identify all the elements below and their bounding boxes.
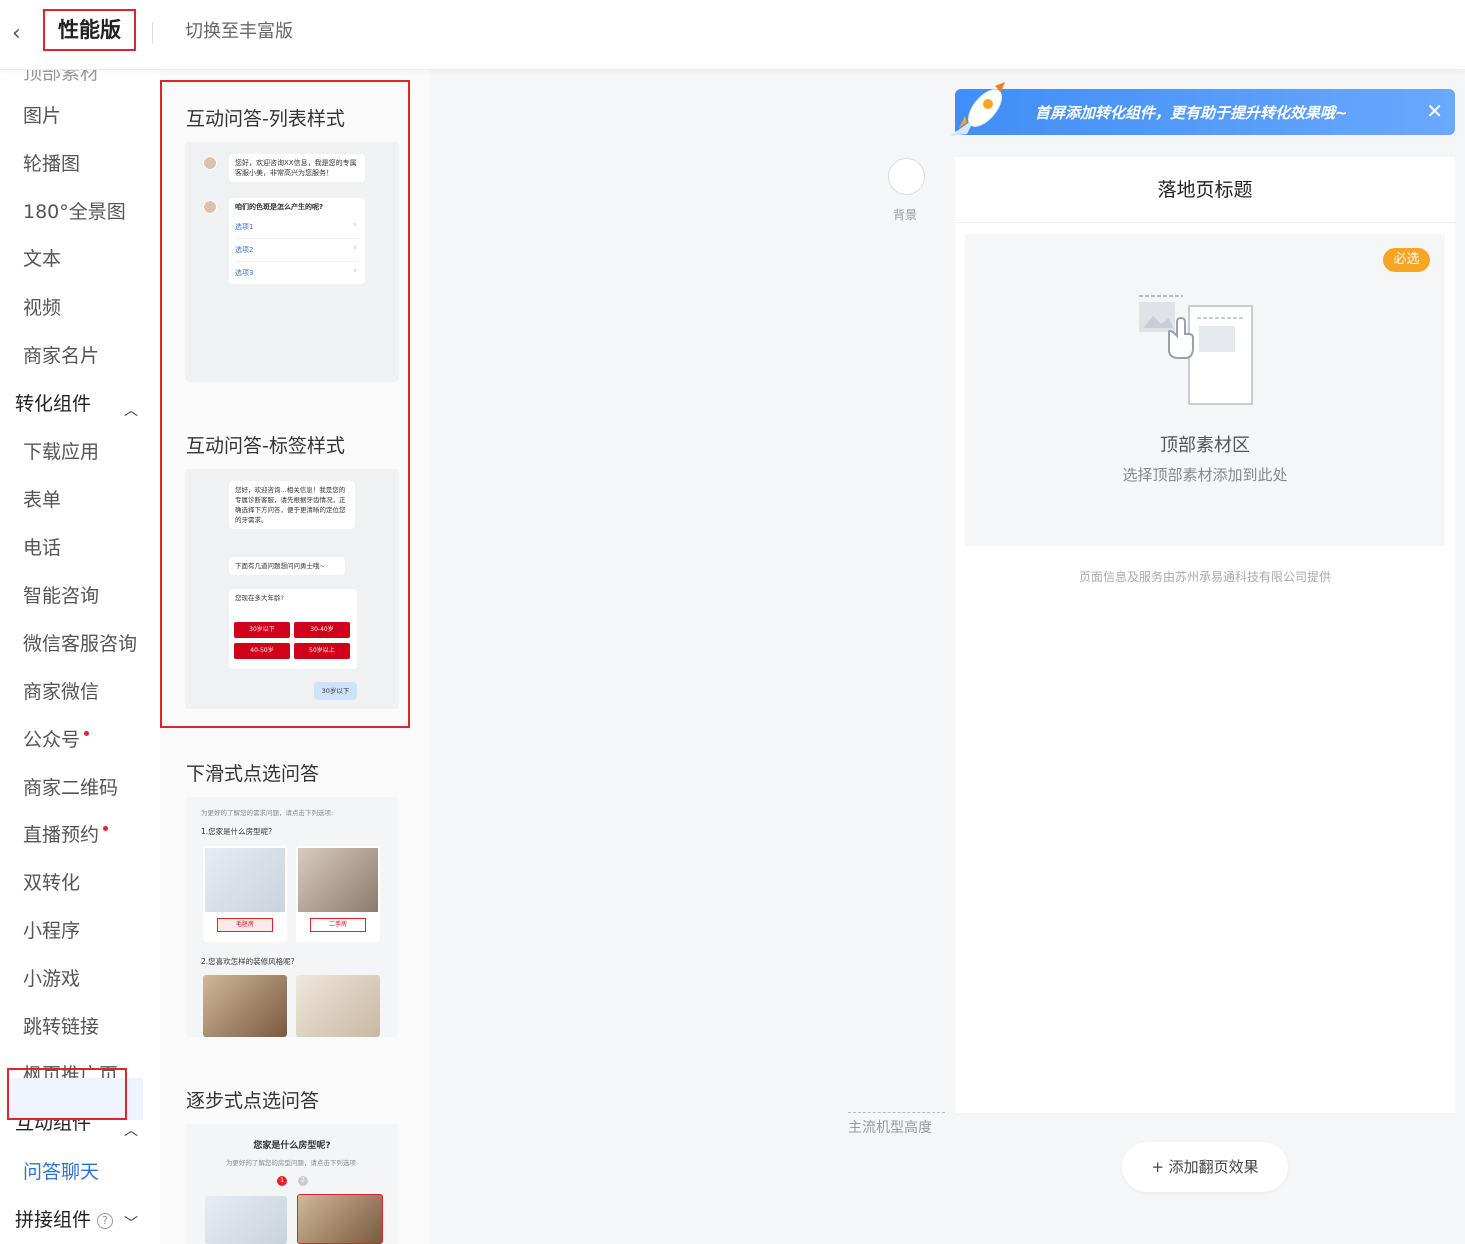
selection-outline [7,1068,127,1120]
top-material-dropzone[interactable]: 必选 顶部素材区 选择顶部素材添加到此处 [965,234,1445,546]
chevron-up-icon[interactable]: ︿ [124,400,138,420]
height-guide-label: 主流机型高度 [848,1120,932,1136]
intro-text: 为更好的了解您的需求问题，请点击下列选项: [201,809,334,817]
template-title: 逐步式点选问答 [186,1090,320,1112]
room-image [205,1196,287,1244]
top-bar: ‹ 性能版 切换至丰富版 [0,0,1465,70]
close-icon[interactable]: ✕ [1426,99,1443,123]
new-dot-icon [84,731,90,736]
sidebar-item-panorama[interactable]: 180°全景图 [23,197,126,224]
sidebar-item-official-account[interactable]: 公众号 [23,725,90,752]
page-title[interactable]: 落地页标题 [955,157,1455,223]
sidebar-item-text[interactable]: 文本 [23,244,61,271]
sidebar-item-jump-link[interactable]: 跳转链接 [23,1012,99,1039]
question-text: 您家是什么房型呢? [253,1141,331,1151]
sidebar-item-mini-program[interactable]: 小程序 [23,916,80,943]
banner-text: 首屏添加转化组件，更有助于提升转化效果哦~ [1035,104,1348,122]
sidebar-item-merchant-card[interactable]: 商家名片 [23,341,99,368]
template-title: 下滑式点选问答 [186,763,320,785]
style-image [203,975,287,1037]
chevron-up-icon[interactable]: ︿ [124,1120,138,1140]
help-icon[interactable]: ? [97,1212,114,1229]
sidebar-item-smart-consult[interactable]: 智能咨询 [23,581,99,608]
background-picker[interactable] [888,158,925,195]
option-tag: 二手房 [310,918,366,932]
sidebar-item-wechat-service[interactable]: 微信客服咨询 [23,629,137,656]
tip-banner: 首屏添加转化组件，更有助于提升转化效果哦~ ✕ [955,89,1455,135]
provider-footer: 页面信息及服务由苏州承易通科技有限公司提供 [1078,570,1331,584]
add-flip-effect-button[interactable]: + 添加翻页效果 [1122,1142,1288,1192]
template-card-step-qa[interactable]: 您家是什么房型呢? 为更好的了解您的房型问题，请点击下列选项: 1 2 [185,1124,399,1244]
sidebar-group-conversion[interactable]: 转化组件 [15,389,91,416]
background-label: 背景 [893,208,918,222]
selection-outline [160,80,410,728]
new-dot-icon [103,826,109,831]
option-card: 毛胚房 [203,846,287,942]
sidebar-item-phone[interactable]: 电话 [23,533,61,560]
sidebar-item-qa-chat[interactable]: 问答聊天 [23,1157,99,1184]
back-chevron-icon[interactable]: ‹ [12,22,32,46]
sidebar-item-image[interactable]: 图片 [23,101,61,128]
switch-version-link[interactable]: 切换至丰富版 [185,17,293,43]
intro-text: 为更好的了解您的房型问题，请点击下列选项: [225,1159,359,1167]
question-text: 1.您家是什么房型呢? [201,827,273,836]
step-indicator: 1 [277,1176,287,1186]
question-text: 2.您喜欢怎样的装修风格呢? [201,957,295,966]
rocket-icon [950,82,1005,136]
sidebar-item-label: 公众号 [23,729,81,751]
room-image [297,1194,383,1244]
chevron-down-icon[interactable]: ﹀ [124,1213,138,1233]
sidebar-item-top-material[interactable]: 顶部素材 [23,70,99,85]
sidebar-group-splice[interactable]: 拼接组件? [15,1205,114,1232]
material-title: 顶部素材区 [1160,435,1250,456]
sidebar-item-dual-conversion[interactable]: 双转化 [23,868,80,895]
style-image [296,975,380,1037]
step-indicator: 2 [298,1176,308,1186]
mode-label: 性能版 [43,9,136,51]
material-subtitle: 选择顶部素材添加到此处 [1122,466,1288,484]
group-label: 拼接组件 [15,1209,92,1231]
sidebar-item-carousel[interactable]: 轮播图 [23,149,80,176]
sidebar-item-live-booking[interactable]: 直播预约 [23,820,109,847]
sidebar-item-merchant-wechat[interactable]: 商家微信 [23,677,99,704]
family-image [298,848,378,912]
image-placeholder-icon [1139,295,1253,405]
sidebar-item-label: 直播预约 [23,824,100,846]
height-guide-line [848,1112,945,1113]
room-image [205,848,285,912]
sidebar-item-form[interactable]: 表单 [23,485,61,512]
divider [152,22,153,44]
sidebar-item-mini-game[interactable]: 小游戏 [23,964,80,991]
sidebar-item-merchant-qrcode[interactable]: 商家二维码 [23,773,118,800]
sidebar-item-download-app[interactable]: 下载应用 [23,437,99,464]
template-card-slide-qa[interactable]: 为更好的了解您的需求问题，请点击下列选项: 1.您家是什么房型呢? 毛胚房 二手… [185,797,399,1037]
required-badge: 必选 [1383,248,1430,272]
option-card: 二手房 [296,846,380,942]
phone-preview: 落地页标题 必选 顶部素材区 选择顶部素材添加到此处 页面信息及服务由苏州承易通… [955,157,1455,1113]
option-tag: 毛胚房 [217,918,273,932]
sidebar-item-video[interactable]: 视频 [23,293,61,320]
